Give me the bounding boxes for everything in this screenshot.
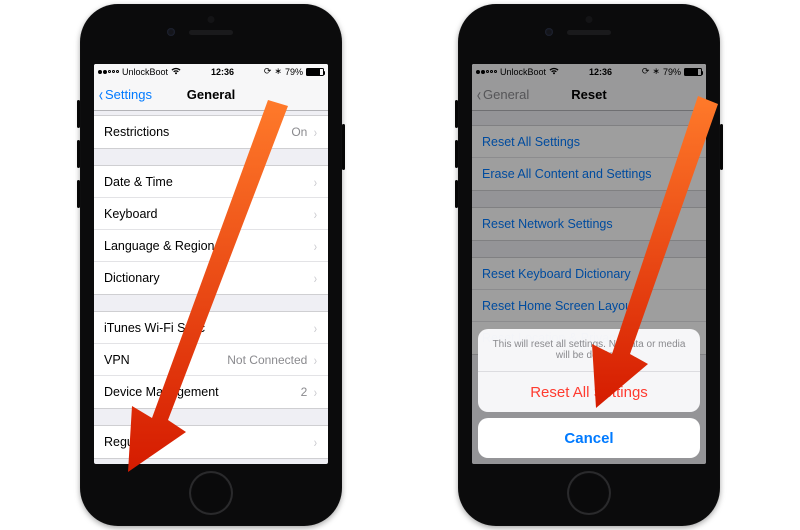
row-label: iTunes Wi-Fi Sync: [104, 321, 313, 335]
row-label: Keyboard: [104, 207, 313, 221]
group-localization: Date & Time › Keyboard › Language & Regi…: [94, 165, 328, 295]
chevron-right-icon: ›: [314, 434, 317, 450]
row-date-time[interactable]: Date & Time ›: [94, 166, 328, 198]
row-label: Restrictions: [104, 125, 291, 139]
row-label: Language & Region: [104, 239, 313, 253]
home-button[interactable]: [567, 471, 611, 515]
chevron-right-icon: ›: [314, 174, 317, 190]
carrier-label: UnlockBoot: [122, 67, 168, 77]
battery-icon: [306, 68, 324, 76]
cancel-button[interactable]: Cancel: [478, 418, 700, 458]
row-keyboard[interactable]: Keyboard ›: [94, 198, 328, 230]
signal-dots-icon: [98, 70, 119, 74]
chevron-right-icon: ›: [314, 352, 317, 368]
row-itunes-wifi-sync[interactable]: iTunes Wi-Fi Sync ›: [94, 312, 328, 344]
nav-bar: ‹ Settings General: [94, 79, 328, 111]
wifi-icon: [171, 67, 181, 77]
chevron-right-icon: ›: [314, 206, 317, 222]
front-camera: [545, 28, 553, 36]
row-value: 2: [301, 385, 308, 399]
status-time: 12:36: [211, 67, 234, 77]
row-label: Regulatory: [104, 435, 313, 449]
chevron-right-icon: ›: [314, 384, 317, 400]
stage: UnlockBoot 12:36 ⟳ ∗ 79% ‹ Settings: [0, 0, 800, 530]
group-regulatory: Regulatory ›: [94, 425, 328, 459]
chevron-right-icon: ›: [314, 124, 317, 140]
reset-all-settings-button[interactable]: Reset All Settings: [478, 372, 700, 412]
proximity-sensor: [586, 16, 593, 23]
row-regulatory[interactable]: Regulatory ›: [94, 426, 328, 458]
phone-left: UnlockBoot 12:36 ⟳ ∗ 79% ‹ Settings: [80, 4, 342, 526]
back-button[interactable]: ‹ Settings: [98, 79, 152, 110]
row-restrictions[interactable]: Restrictions On ›: [94, 116, 328, 148]
action-sheet-card: This will reset all settings. No data or…: [478, 329, 700, 412]
back-label: Settings: [105, 87, 152, 102]
proximity-sensor: [208, 16, 215, 23]
screen-general: UnlockBoot 12:36 ⟳ ∗ 79% ‹ Settings: [94, 64, 328, 464]
home-button[interactable]: [189, 471, 233, 515]
row-language-region[interactable]: Language & Region ›: [94, 230, 328, 262]
page-title: General: [187, 87, 235, 102]
screen-reset: UnlockBoot 12:36 ⟳ ∗ 79% ‹ General: [472, 64, 706, 464]
chevron-right-icon: ›: [314, 238, 317, 254]
earpiece-speaker: [567, 30, 611, 35]
group-connectivity: iTunes Wi-Fi Sync › VPN Not Connected › …: [94, 311, 328, 409]
row-value: Not Connected: [227, 353, 307, 367]
orientation-lock-icon: ⟳: [264, 66, 272, 77]
row-device-management[interactable]: Device Management 2 ›: [94, 376, 328, 408]
row-vpn[interactable]: VPN Not Connected ›: [94, 344, 328, 376]
phone-right: UnlockBoot 12:36 ⟳ ∗ 79% ‹ General: [458, 4, 720, 526]
status-bar: UnlockBoot 12:36 ⟳ ∗ 79%: [94, 64, 328, 79]
row-dictionary[interactable]: Dictionary ›: [94, 262, 328, 294]
settings-list[interactable]: Restrictions On › Date & Time › Keyboard…: [94, 111, 328, 464]
battery-percent-label: 79%: [285, 67, 303, 77]
bluetooth-icon: ∗: [274, 66, 282, 77]
action-sheet: This will reset all settings. No data or…: [478, 329, 700, 458]
chevron-right-icon: ›: [314, 270, 317, 286]
row-label: Device Management: [104, 385, 301, 399]
earpiece-speaker: [189, 30, 233, 35]
action-sheet-message: This will reset all settings. No data or…: [478, 329, 700, 372]
group-restrictions: Restrictions On ›: [94, 115, 328, 149]
chevron-right-icon: ›: [314, 320, 317, 336]
row-label: VPN: [104, 353, 227, 367]
row-label: Date & Time: [104, 175, 313, 189]
row-value: On: [291, 125, 307, 139]
chevron-left-icon: ‹: [99, 86, 103, 104]
row-label: Dictionary: [104, 271, 313, 285]
front-camera: [167, 28, 175, 36]
